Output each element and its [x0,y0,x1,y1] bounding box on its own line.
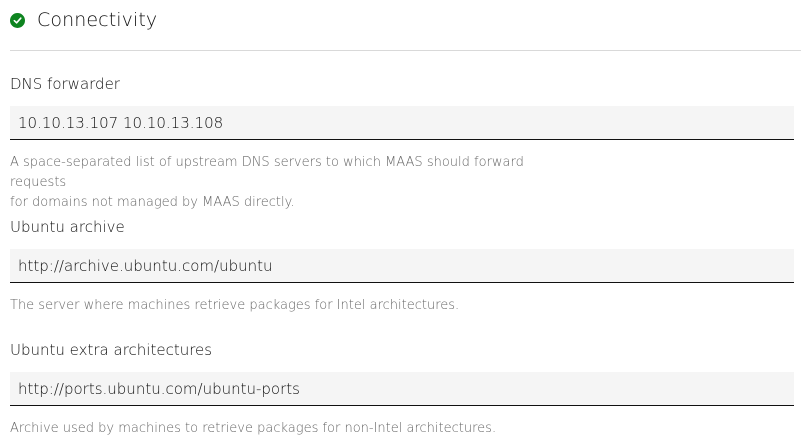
header-divider [10,50,801,51]
ubuntu-extra-architectures-help: Archive used by machines to retrieve pac… [10,421,497,436]
ubuntu-archive-label: Ubuntu archive [10,218,125,236]
ubuntu-archive-input[interactable] [10,249,794,283]
connectivity-settings-panel: Connectivity DNS forwarder A space-separ… [0,0,801,443]
ubuntu-extra-architectures-label: Ubuntu extra architectures [10,341,213,359]
dns-forwarder-help-line-2: for domains not managed by MAAS directly… [10,195,295,210]
ubuntu-archive-field: Ubuntu archive The server where machines… [10,217,794,316]
ubuntu-extra-architectures-input[interactable] [10,372,794,406]
section-title: Connectivity [37,9,158,31]
check-mark-glyph [13,16,22,24]
dns-forwarder-help-line-1: A space-separated list of upstream DNS s… [10,155,524,190]
dns-forwarder-label: DNS forwarder [10,75,120,93]
ubuntu-extra-architectures-field: Ubuntu extra architectures Archive used … [10,340,794,439]
ubuntu-archive-help: The server where machines retrieve packa… [10,298,460,313]
section-header: Connectivity [10,6,157,34]
dns-forwarder-input[interactable] [10,106,794,140]
check-circle-icon [10,12,25,28]
dns-forwarder-field: DNS forwarder A space-separated list of … [10,74,794,213]
dns-forwarder-help: A space-separated list of upstream DNS s… [10,153,570,213]
